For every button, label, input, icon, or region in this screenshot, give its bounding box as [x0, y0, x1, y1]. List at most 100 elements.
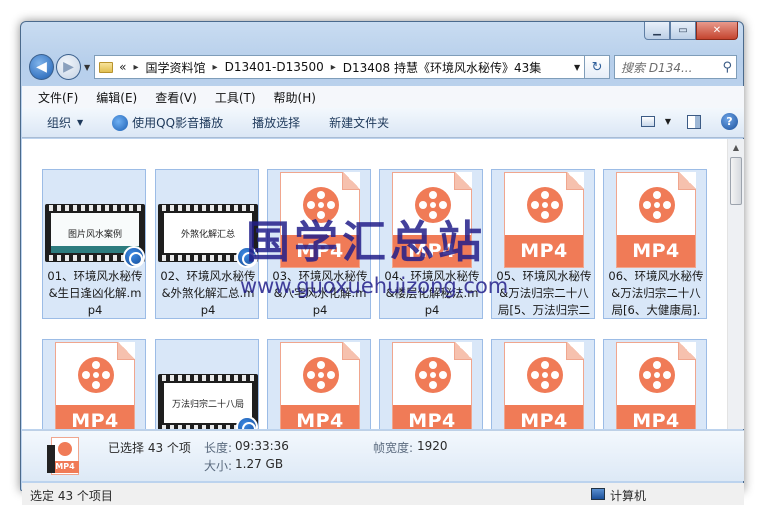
details-pane: MP4 已选择 43 个项 长度: 09:33:36 大小: 1.27 GB 帧… [22, 430, 744, 481]
refresh-button[interactable]: ↻ [585, 55, 610, 79]
vertical-scrollbar[interactable]: ▲ [727, 139, 744, 429]
mp4-label: MP4 [505, 235, 583, 267]
film-reel-icon [527, 187, 563, 223]
close-button[interactable]: ✕ [696, 22, 738, 40]
mp4-file-icon: MP4 [380, 340, 484, 429]
help-icon[interactable]: ? [721, 113, 738, 130]
video-thumbnail: 万法归宗二十八局 [156, 340, 260, 429]
film-reel-icon [527, 357, 563, 393]
status-bar: 选定 43 个项目 计算机 [22, 483, 744, 505]
change-view-icon[interactable] [640, 116, 655, 127]
mp4-page-icon: MP4 [392, 342, 472, 429]
forward-button[interactable]: ▶ [56, 54, 81, 80]
mp4-page-icon: MP4 [55, 342, 135, 429]
mp4-label: MP4 [617, 235, 695, 267]
video-frame-text: 外煞化解汇总 [164, 213, 252, 253]
film-reel-icon [303, 357, 339, 393]
file-tile[interactable]: MP4 [603, 339, 707, 429]
breadcrumb-3[interactable]: D13408 持慧《环境风水秘传》43集 [343, 59, 542, 76]
menu-file[interactable]: 文件(F) [38, 89, 78, 106]
video-thumbnail: 图片风水案例 [43, 170, 147, 268]
video-frame-text: 万法归宗二十八局 [164, 383, 252, 423]
mp4-label: MP4 [393, 405, 471, 429]
crumb-separator-icon[interactable]: ▸ [134, 62, 139, 73]
frame-width-label: 帧宽度: [373, 441, 414, 455]
view-options-dropdown[interactable]: ▼ [665, 117, 671, 126]
caption-buttons: ▁ ▭ ✕ [644, 22, 738, 40]
video-thumbnail: 外煞化解汇总 [156, 170, 260, 268]
film-reel-icon [639, 357, 675, 393]
search-input[interactable]: 搜索 D134... ⚲ [614, 55, 737, 79]
mp4-file-icon: MP4 [492, 340, 596, 429]
file-tile[interactable]: 图片风水案例 01、环境风水秘传&生日逢凶化解.mp4 [42, 169, 146, 319]
address-dropdown-icon[interactable]: ▼ [570, 63, 584, 72]
command-bar: 组织 ▼ 使用QQ影音播放 播放选择 新建文件夹 ▼ ? [22, 108, 744, 138]
menu-view[interactable]: 查看(V) [155, 89, 197, 106]
menu-tools[interactable]: 工具(T) [215, 89, 256, 106]
mp4-file-icon: MP4 [43, 340, 147, 429]
menu-bar: 文件(F) 编辑(E) 查看(V) 工具(T) 帮助(H) [22, 86, 744, 108]
length-label: 长度: [204, 441, 233, 455]
qq-player-label: 使用QQ影音播放 [132, 116, 224, 130]
play-selection-button[interactable]: 播放选择 [252, 114, 300, 131]
file-name: 01、环境风水秘传&生日逢凶化解.mp4 [47, 269, 143, 317]
chevron-down-icon: ▼ [77, 118, 84, 127]
search-icon[interactable]: ⚲ [722, 60, 732, 75]
qq-player-button[interactable]: 使用QQ影音播放 [112, 114, 223, 131]
watermark-title: 国学汇总站 [246, 217, 486, 268]
minimize-button[interactable]: ▁ [644, 22, 670, 40]
mp4-page-icon: MP4 [616, 342, 696, 429]
status-selection: 选定 43 个项目 [30, 489, 113, 503]
file-name: 06、环境风水秘传&万法归宗二十八局[6、大健康局].mp4 [608, 269, 704, 317]
mp4-file-icon: MP4 [604, 170, 708, 268]
search-placeholder: 搜索 D134... [621, 60, 693, 75]
recent-pages-dropdown[interactable]: ▼ [84, 63, 90, 72]
qq-player-icon [112, 114, 129, 131]
view-controls: ▼ ? [640, 113, 738, 130]
file-type-icon: MP4 [47, 437, 83, 479]
breadcrumb-2[interactable]: D13401-D13500 [225, 60, 324, 74]
organize-label: 组织 [47, 116, 72, 130]
mp4-label: MP4 [281, 405, 359, 429]
address-bar[interactable]: « ▸ 国学资料馆 ▸ D13401-D13500 ▸ D13408 持慧《环境… [94, 55, 586, 79]
scroll-thumb[interactable] [730, 157, 742, 205]
mp4-file-icon: MP4 [268, 340, 372, 429]
file-tile[interactable]: MP4 [491, 339, 595, 429]
mp4-label: MP4 [56, 405, 134, 429]
address-overflow[interactable]: « [119, 60, 126, 74]
menu-edit[interactable]: 编辑(E) [96, 89, 137, 106]
menu-help[interactable]: 帮助(H) [274, 89, 316, 106]
mp4-file-icon: MP4 [604, 340, 708, 429]
navigation-bar: ◀ ▶ ▼ « ▸ 国学资料馆 ▸ D13401-D13500 ▸ D13408… [29, 53, 737, 81]
file-name: 05、环境风水秘传&万法归宗二十八局[5、万法归宗二十八局&... [496, 269, 592, 317]
film-reel-icon [415, 357, 451, 393]
status-computer: 计算机 [610, 489, 647, 503]
new-folder-button[interactable]: 新建文件夹 [329, 114, 389, 131]
preview-pane-icon[interactable] [687, 114, 701, 129]
crumb-separator-icon[interactable]: ▸ [213, 62, 218, 73]
file-tile[interactable]: MP4 [267, 339, 371, 429]
size-value: 1.27 GB [235, 457, 284, 471]
mp4-page-icon: MP4 [504, 172, 584, 268]
file-tile[interactable]: MP4 [379, 339, 483, 429]
mp4-label: MP4 [505, 405, 583, 429]
watermark-url: www.guoxuehuizong.com [240, 274, 509, 298]
crumb-separator-icon[interactable]: ▸ [331, 62, 336, 73]
video-player-badge-icon [123, 246, 145, 268]
computer-icon [591, 488, 605, 500]
organize-button[interactable]: 组织 ▼ [47, 114, 83, 131]
size-label: 大小: [204, 459, 233, 473]
file-tile[interactable]: 万法归宗二十八局 [155, 339, 259, 429]
file-tile[interactable]: MP406、环境风水秘传&万法归宗二十八局[6、大健康局].mp4 [603, 169, 707, 319]
breadcrumb-1[interactable]: 国学资料馆 [146, 59, 206, 76]
video-frame-text: 图片风水案例 [51, 213, 139, 253]
film-reel-icon [78, 357, 114, 393]
length-value: 09:33:36 [235, 439, 289, 453]
mp4-file-icon: MP4 [492, 170, 596, 268]
maximize-button[interactable]: ▭ [670, 22, 696, 40]
mp4-page-icon: MP4 [616, 172, 696, 268]
scroll-up-icon[interactable]: ▲ [728, 139, 744, 156]
back-button[interactable]: ◀ [29, 54, 54, 80]
file-tile[interactable]: MP4 [42, 339, 146, 429]
mp4-label: MP4 [617, 405, 695, 429]
